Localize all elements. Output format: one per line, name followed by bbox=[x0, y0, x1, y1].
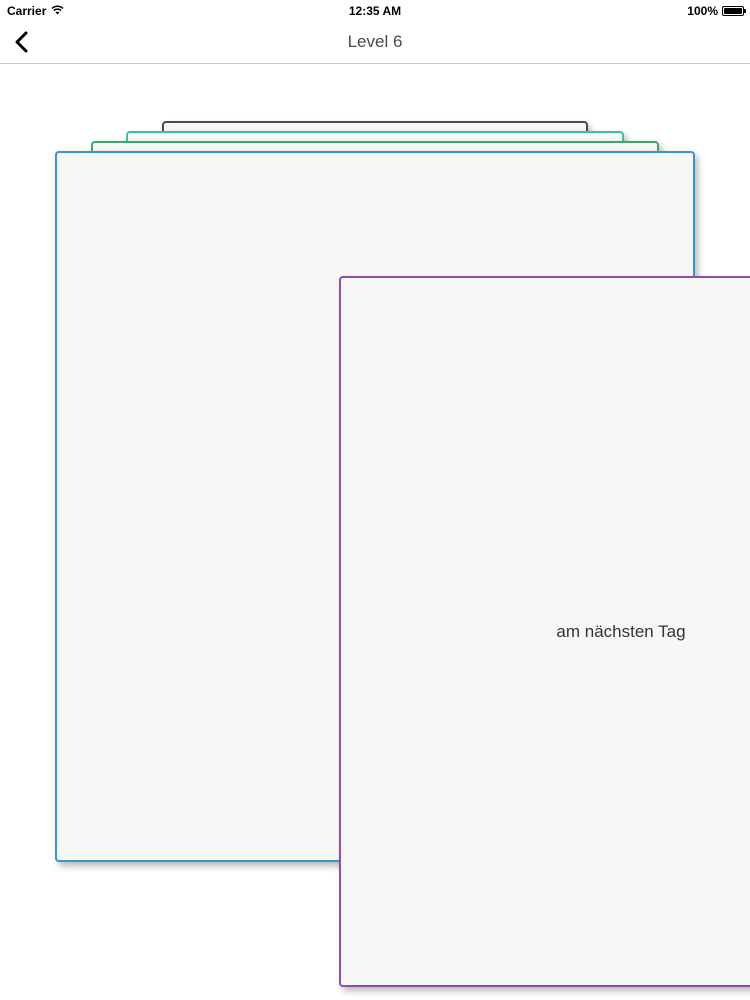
battery-percent: 100% bbox=[687, 4, 718, 18]
status-time: 12:35 AM bbox=[348, 4, 402, 18]
battery-icon bbox=[722, 6, 746, 16]
flashcard-front-text: am nächsten Tag bbox=[556, 622, 686, 641]
page-title: Level 6 bbox=[347, 32, 403, 51]
app-screen: Carrier 12:35 AM 100% Level 6 am nächste… bbox=[0, 0, 750, 1000]
battery-fill bbox=[724, 8, 742, 14]
status-right: 100% bbox=[687, 4, 746, 18]
flashcard-front[interactable]: am nächsten Tag bbox=[339, 276, 750, 987]
status-bar: Carrier 12:35 AM 100% bbox=[0, 0, 750, 22]
navigation-bar: Level 6 bbox=[0, 22, 750, 64]
